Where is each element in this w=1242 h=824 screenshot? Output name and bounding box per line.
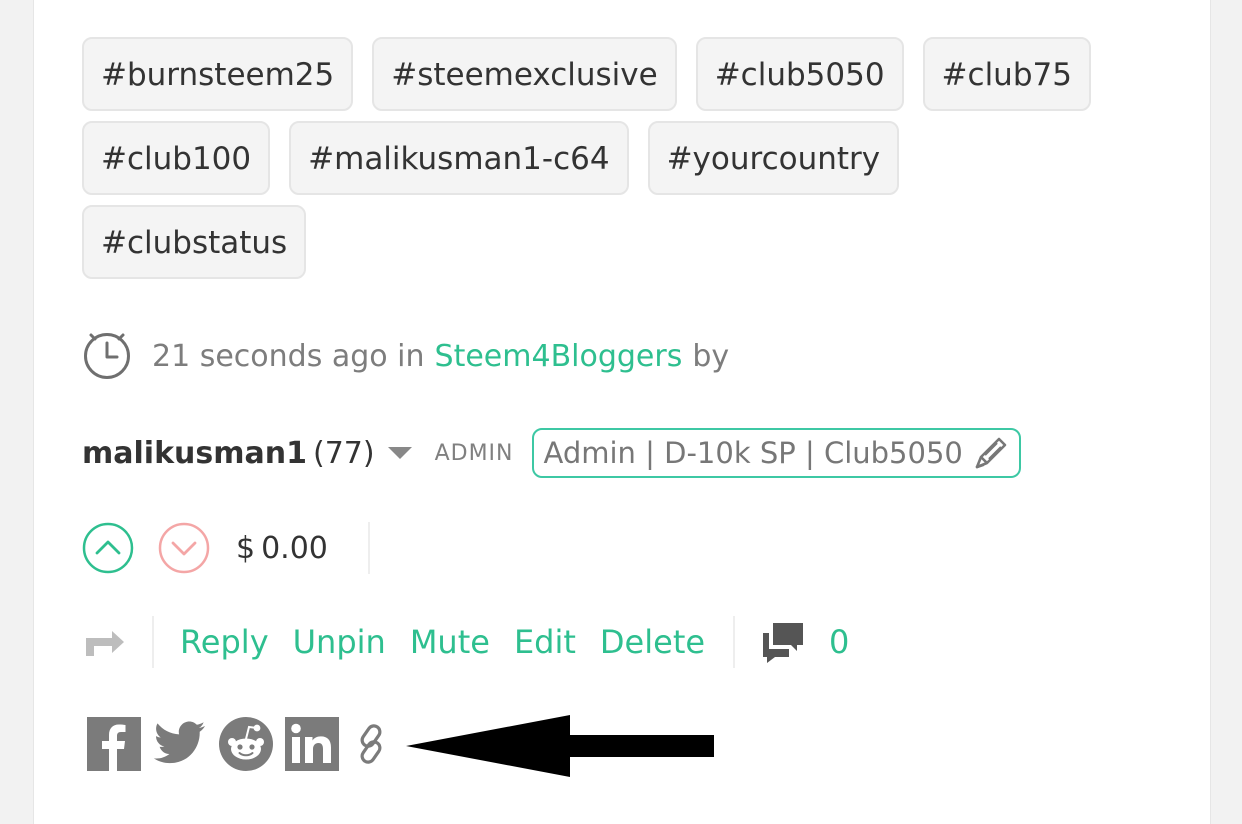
tag-row: #burnsteem25 #steemexclusive #club5050 #…: [82, 37, 1142, 111]
divider: [367, 522, 370, 574]
action-row: Reply Unpin Mute Edit Delete 0: [82, 614, 849, 670]
tag-club5050[interactable]: #club5050: [695, 37, 904, 111]
pencil-icon[interactable]: [973, 435, 1009, 471]
tag-row: #club100 #malikusman1-c64 #yourcountry: [82, 121, 1142, 195]
vote-row: $ 0.00: [82, 520, 370, 576]
mute-button[interactable]: Mute: [410, 623, 490, 661]
comments-icon[interactable]: [759, 619, 807, 665]
author-reputation: (77): [312, 435, 375, 471]
author-row: malikusman1 (77) ADMIN Admin | D-10k SP …: [82, 424, 1021, 482]
share-row: [87, 716, 403, 772]
post-meta: 21 seconds ago in Steem4Bloggers by: [82, 330, 729, 382]
divider: [733, 616, 736, 668]
post-time: 21 seconds ago in: [152, 338, 425, 374]
author-title-badge: Admin | D-10k SP | Club5050: [531, 428, 1021, 478]
resteem-icon[interactable]: [82, 622, 128, 662]
link-icon[interactable]: [351, 721, 391, 767]
downvote-icon[interactable]: [158, 522, 210, 574]
reddit-icon[interactable]: [219, 717, 273, 771]
chevron-down-icon[interactable]: [387, 446, 413, 460]
tag-club100[interactable]: #club100: [82, 121, 271, 195]
tag-row: #clubstatus: [82, 205, 1142, 279]
author-role: ADMIN: [434, 440, 514, 466]
delete-button[interactable]: Delete: [600, 623, 705, 661]
reply-button[interactable]: Reply: [180, 623, 269, 661]
arrow-left-icon: [406, 715, 714, 777]
author-name[interactable]: malikusman1: [82, 436, 307, 471]
tag-steemexclusive[interactable]: #steemexclusive: [372, 37, 677, 111]
author-title: Admin | D-10k SP | Club5050: [543, 436, 963, 470]
post-footer-card: #burnsteem25 #steemexclusive #club5050 #…: [33, 0, 1211, 824]
tag-burnsteem25[interactable]: #burnsteem25: [82, 37, 354, 111]
tag-malikusman1-c64[interactable]: #malikusman1-c64: [289, 121, 629, 195]
divider: [152, 616, 154, 668]
linkedin-icon[interactable]: [285, 717, 339, 771]
clock-icon: [84, 333, 130, 379]
tag-club75[interactable]: #club75: [922, 37, 1091, 111]
tag-list: #burnsteem25 #steemexclusive #club5050 #…: [82, 37, 1142, 289]
payout-value[interactable]: $ 0.00: [236, 531, 328, 566]
community-link[interactable]: Steem4Bloggers: [435, 339, 683, 374]
unpin-button[interactable]: Unpin: [293, 623, 386, 661]
twitter-icon[interactable]: [153, 717, 207, 771]
upvote-icon[interactable]: [82, 522, 134, 574]
tag-clubstatus[interactable]: #clubstatus: [82, 205, 307, 279]
tag-yourcountry[interactable]: #yourcountry: [647, 121, 900, 195]
comment-count[interactable]: 0: [829, 623, 849, 661]
facebook-icon[interactable]: [87, 717, 141, 771]
edit-button[interactable]: Edit: [514, 623, 576, 661]
by-label: by: [692, 338, 730, 374]
